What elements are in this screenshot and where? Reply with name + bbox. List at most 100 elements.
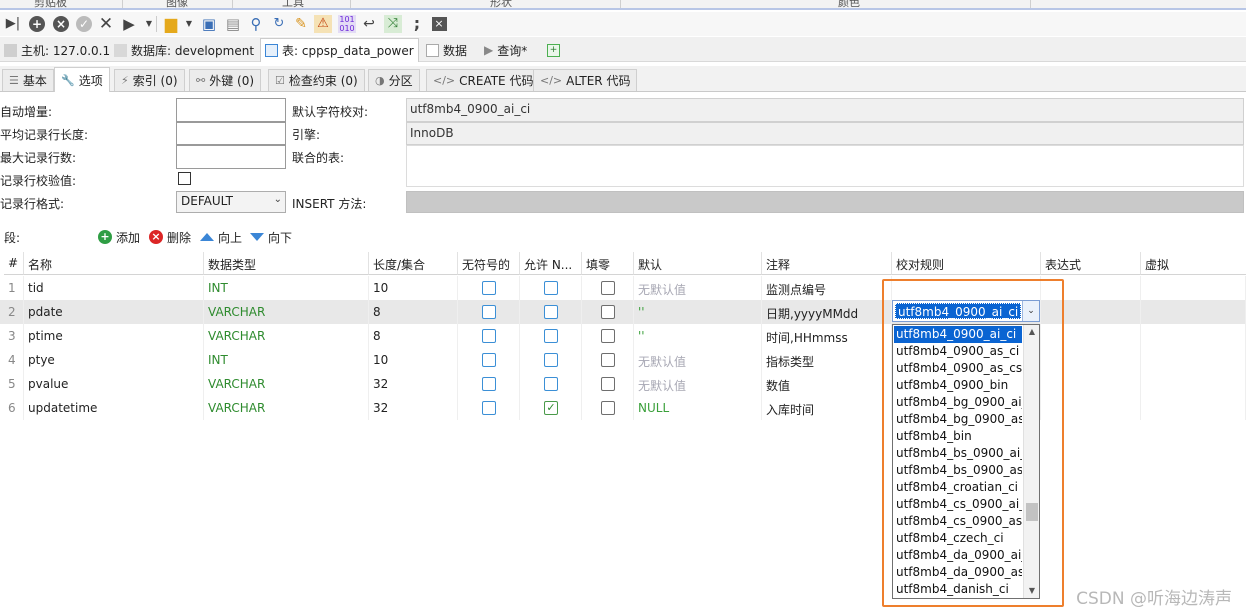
- col-header-default[interactable]: 默认: [634, 252, 762, 275]
- add-icon[interactable]: +: [28, 15, 46, 33]
- field-name-cell[interactable]: ptye: [24, 348, 204, 372]
- expression-cell[interactable]: [1041, 396, 1141, 420]
- field-name-cell[interactable]: pdate: [24, 300, 204, 324]
- col-header-allow-null[interactable]: 允许 N...: [520, 252, 582, 275]
- field-name-cell[interactable]: updatetime: [24, 396, 204, 420]
- default-cell[interactable]: 无默认值: [634, 348, 762, 372]
- tab-basic[interactable]: ☰ 基本: [2, 69, 54, 91]
- collation-scrollbar[interactable]: ▲ ▼: [1023, 325, 1039, 598]
- move-down-button[interactable]: 向下: [250, 229, 292, 245]
- collation-option[interactable]: utf8mb4_da_0900_ai_ci: [894, 547, 1022, 564]
- default-cell[interactable]: '': [634, 300, 762, 324]
- col-header-comment[interactable]: 注释: [762, 252, 892, 275]
- remove-icon[interactable]: ×: [52, 15, 70, 33]
- col-header-virtual[interactable]: 虚拟: [1141, 252, 1246, 275]
- col-header-collation[interactable]: 校对规则: [892, 252, 1041, 275]
- virtual-cell[interactable]: [1141, 348, 1246, 372]
- collation-option[interactable]: utf8mb4_da_0900_as_cs: [894, 564, 1022, 581]
- col-header-unsigned[interactable]: 无符号的: [458, 252, 520, 275]
- sync-icon[interactable]: ⤨: [384, 15, 402, 33]
- table-row[interactable]: 4 ptye INT 10 无默认值 指标类型: [0, 348, 1246, 372]
- warning-icon[interactable]: ⚠: [314, 15, 332, 33]
- tab-check-constraints[interactable]: ☑ 检查约束 (0): [268, 69, 365, 91]
- run-icon[interactable]: ▶: [120, 15, 138, 33]
- comment-cell[interactable]: 日期,yyyyMMdd: [762, 300, 892, 324]
- scroll-down-icon[interactable]: ▼: [1024, 584, 1039, 598]
- expression-cell[interactable]: [1041, 372, 1141, 396]
- comment-cell[interactable]: 入库时间: [762, 396, 892, 420]
- tab-data[interactable]: 数据: [426, 41, 467, 59]
- expression-cell[interactable]: [1041, 300, 1141, 324]
- chevron-down-icon[interactable]: ⌄: [1022, 301, 1039, 321]
- comment-cell[interactable]: 时间,HHmmss: [762, 324, 892, 348]
- length-cell[interactable]: 8: [369, 300, 458, 324]
- table-row[interactable]: 1 tid INT 10 无默认值 监测点编号: [0, 276, 1246, 300]
- unsigned-checkbox[interactable]: [482, 401, 496, 415]
- unsigned-checkbox[interactable]: [482, 329, 496, 343]
- collation-option[interactable]: utf8mb4_cs_0900_as_cs: [894, 513, 1022, 530]
- collation-combobox[interactable]: utf8mb4_0900_ai_ci ⌄: [892, 300, 1040, 322]
- zerofill-checkbox[interactable]: [601, 281, 615, 295]
- scroll-thumb[interactable]: [1026, 503, 1038, 521]
- col-header-expression[interactable]: 表达式: [1041, 252, 1141, 275]
- virtual-cell[interactable]: [1141, 372, 1246, 396]
- scroll-up-icon[interactable]: ▲: [1024, 325, 1039, 339]
- col-header-zerofill[interactable]: 填零: [582, 252, 634, 275]
- replace-icon[interactable]: ↻: [270, 15, 288, 33]
- comment-cell[interactable]: 数值: [762, 372, 892, 396]
- expression-cell[interactable]: [1041, 324, 1141, 348]
- collation-dropdown-list[interactable]: utf8mb4_0900_ai_ci utf8mb4_0900_as_ci utf8…: [892, 324, 1040, 599]
- default-cell[interactable]: 无默认值: [634, 372, 762, 396]
- move-up-button[interactable]: 向上: [200, 229, 242, 245]
- add-field-button[interactable]: + 添加: [98, 229, 140, 245]
- length-cell[interactable]: 8: [369, 324, 458, 348]
- allow-null-checkbox[interactable]: [544, 353, 558, 367]
- virtual-cell[interactable]: [1141, 276, 1246, 300]
- insert-method-select[interactable]: [406, 191, 1244, 213]
- delete-field-button[interactable]: × 删除: [149, 229, 191, 245]
- tab-database[interactable]: 数据库: development: [114, 41, 254, 59]
- virtual-cell[interactable]: [1141, 396, 1246, 420]
- auto-increment-field[interactable]: [176, 98, 286, 122]
- tab-host[interactable]: 主机: 127.0.0.1: [4, 41, 110, 59]
- comment-cell[interactable]: 监测点编号: [762, 276, 892, 300]
- table-row[interactable]: 6 updatetime VARCHAR 32 ✓ NULL 入库时间: [0, 396, 1246, 420]
- avg-row-length-field[interactable]: [176, 122, 286, 145]
- max-rows-field[interactable]: [176, 145, 286, 169]
- allow-null-checkbox[interactable]: [544, 281, 558, 295]
- collation-option[interactable]: utf8mb4_croatian_ci: [894, 479, 1022, 496]
- unsigned-checkbox[interactable]: [482, 377, 496, 391]
- collation-option[interactable]: utf8mb4_bs_0900_ai_ci: [894, 445, 1022, 462]
- length-cell[interactable]: 10: [369, 276, 458, 300]
- field-name-cell[interactable]: tid: [24, 276, 204, 300]
- unsigned-checkbox[interactable]: [482, 281, 496, 295]
- default-collation-field[interactable]: utf8mb4_0900_ai_ci: [406, 98, 1244, 122]
- binary-icon[interactable]: 101 010: [338, 15, 356, 33]
- datatype-cell[interactable]: VARCHAR: [204, 300, 369, 324]
- default-cell[interactable]: '': [634, 324, 762, 348]
- collation-option[interactable]: utf8mb4_0900_bin: [894, 377, 1022, 394]
- virtual-cell[interactable]: [1141, 324, 1246, 348]
- expression-cell[interactable]: [1041, 348, 1141, 372]
- new-query-button[interactable]: +: [547, 41, 560, 59]
- collation-cell[interactable]: [892, 276, 1041, 300]
- unsigned-checkbox[interactable]: [482, 305, 496, 319]
- engine-field[interactable]: InnoDB: [406, 122, 1244, 145]
- allow-null-checkbox[interactable]: [544, 377, 558, 391]
- allow-null-checkbox[interactable]: [544, 305, 558, 319]
- save-icon[interactable]: ▣: [200, 15, 218, 33]
- tab-partition[interactable]: ◑ 分区: [368, 69, 420, 91]
- collation-option[interactable]: utf8mb4_0900_as_ci: [894, 343, 1022, 360]
- length-cell[interactable]: 32: [369, 396, 458, 420]
- unsigned-checkbox[interactable]: [482, 353, 496, 367]
- collation-option[interactable]: utf8mb4_czech_ci: [894, 530, 1022, 547]
- datatype-cell[interactable]: VARCHAR: [204, 396, 369, 420]
- collation-option[interactable]: utf8mb4_bin: [894, 428, 1022, 445]
- checksum-checkbox[interactable]: [178, 172, 191, 185]
- save-as-icon[interactable]: ▤: [224, 15, 242, 33]
- play-step-icon[interactable]: ▶|: [4, 15, 22, 33]
- col-header-length[interactable]: 长度/集合: [369, 252, 458, 275]
- tab-query[interactable]: ▶ 查询*: [484, 41, 527, 59]
- field-name-cell[interactable]: pvalue: [24, 372, 204, 396]
- comment-cell[interactable]: 指标类型: [762, 348, 892, 372]
